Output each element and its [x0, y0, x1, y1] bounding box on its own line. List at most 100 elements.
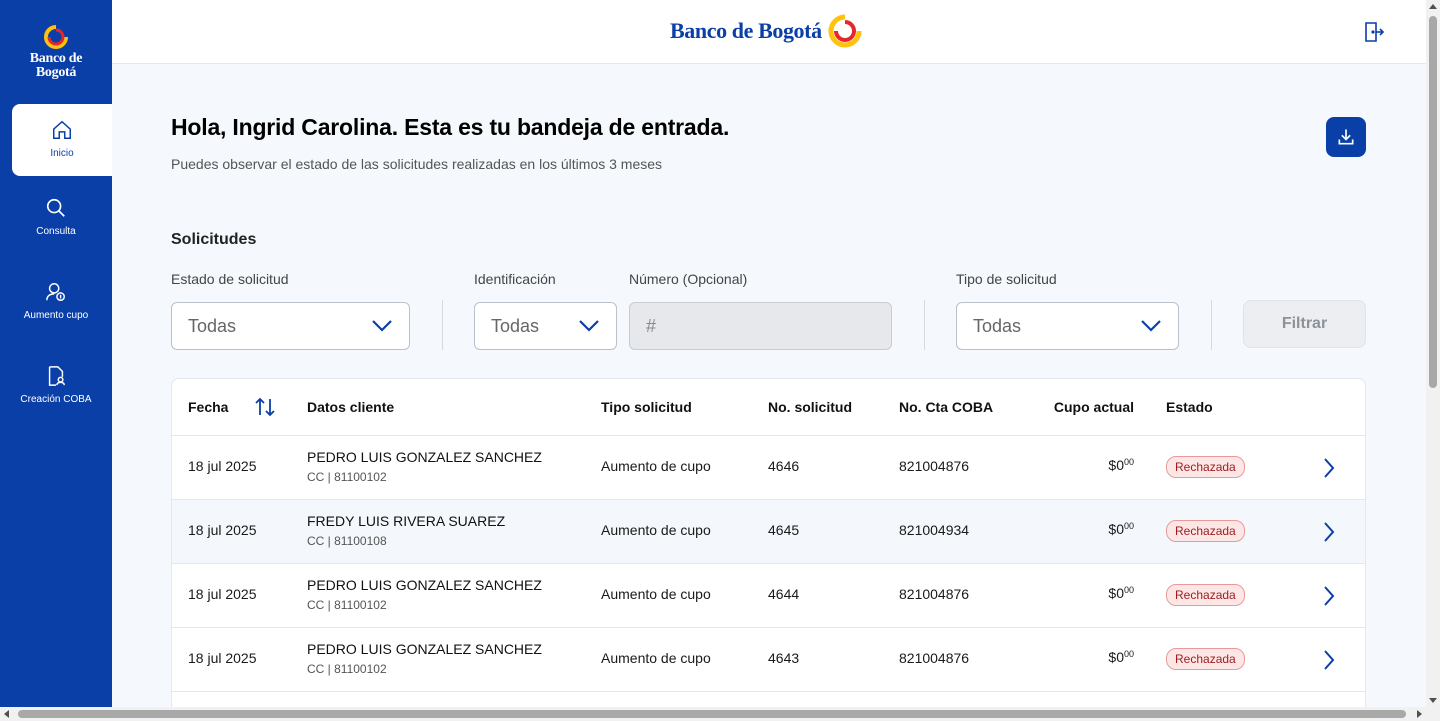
chevron-right-icon[interactable]: [1318, 520, 1338, 544]
horizontal-scrollbar[interactable]: [0, 707, 1426, 721]
cell-fecha: 18 jul 2025: [188, 522, 257, 538]
estado-label: Estado de solicitud: [171, 271, 289, 287]
col-no-solicitud: No. solicitud: [768, 399, 852, 415]
cell-cupo: $000: [1034, 521, 1134, 537]
sidebar-item-label: Aumento cupo: [23, 310, 89, 321]
user-money-icon: [46, 283, 65, 301]
chevron-right-icon[interactable]: [1318, 584, 1338, 608]
download-button[interactable]: [1326, 117, 1366, 157]
col-tipo-solicitud: Tipo solicitud: [601, 399, 692, 415]
page-subtitle: Puedes observar el estado de las solicit…: [171, 156, 663, 172]
chevron-right-icon[interactable]: [1318, 648, 1338, 672]
sidebar-item-label: Consulta: [36, 226, 76, 237]
filter-button[interactable]: Filtrar: [1243, 300, 1366, 348]
chevron-down-icon: [372, 320, 392, 332]
cupo-cents: 00: [1123, 521, 1134, 531]
numero-label: Número (Opcional): [629, 271, 748, 287]
col-datos-cliente: Datos cliente: [307, 399, 395, 415]
logo-text-line-2: Bogotá: [35, 65, 77, 80]
cupo-amount: $0: [1108, 457, 1124, 473]
cell-fecha: 18 jul 2025: [188, 586, 257, 602]
scroll-up-arrow[interactable]: [1429, 4, 1437, 9]
sidebar-item-consulta[interactable]: Consulta: [0, 176, 112, 260]
cupo-cents: 00: [1123, 585, 1134, 595]
cell-tipo: Aumento de cupo: [601, 458, 711, 474]
sidebar-logo-text: Banco de Bogotá: [29, 51, 83, 80]
sidebar-logo[interactable]: Banco de Bogotá: [0, 0, 112, 104]
cell-datos-cliente: PEDRO LUIS GONZALEZ SANCHEZ CC | 8110010…: [307, 577, 542, 613]
download-icon: [1338, 129, 1354, 145]
col-no-cta-coba: No. Cta COBA: [899, 399, 994, 415]
identificacion-label: Identificación: [474, 271, 556, 287]
tipo-label: Tipo de solicitud: [956, 271, 1057, 287]
table-row[interactable]: 18 jul 2025 PEDRO LUIS GONZALEZ SANCHEZ …: [172, 436, 1365, 500]
filter-divider: [924, 300, 925, 350]
cupo-cents: 00: [1123, 457, 1134, 467]
filter-divider: [442, 300, 443, 350]
sidebar-item-aumento-cupo[interactable]: Aumento cupo: [0, 260, 112, 344]
client-name: FREDY LUIS RIVERA SUAREZ: [307, 513, 506, 529]
client-id: CC | 81100108: [307, 534, 387, 548]
sidebar-item-inicio[interactable]: Inicio: [12, 104, 112, 176]
cupo-amount: $0: [1108, 585, 1124, 601]
col-fecha[interactable]: Fecha: [188, 399, 228, 415]
chevron-right-icon[interactable]: [1318, 456, 1338, 480]
cell-no-cta: 821004876: [899, 650, 970, 666]
estado-select-value: Todas: [188, 315, 237, 336]
chevron-down-icon: [1141, 320, 1161, 332]
estado-select[interactable]: Todas: [171, 302, 410, 350]
table-row[interactable]: 18 jul 2025 FREDY LUIS RIVERA SUAREZ CC …: [172, 500, 1365, 564]
brand-logo[interactable]: Banco de Bogotá: [670, 14, 862, 48]
client-name: PEDRO LUIS GONZALEZ SANCHEZ: [307, 577, 542, 593]
cell-no-solicitud: 4644: [768, 586, 800, 602]
client-id: CC | 81100102: [307, 598, 387, 612]
cupo-amount: $0: [1108, 649, 1124, 665]
cell-no-cta: 821004876: [899, 458, 970, 474]
scroll-right-arrow[interactable]: [1417, 710, 1422, 718]
cell-datos-cliente: PEDRO LUIS GONZALEZ SANCHEZ CC | 8110010…: [307, 641, 542, 677]
cell-no-cta: 821004934: [899, 522, 970, 538]
home-icon: [53, 120, 71, 139]
cell-no-solicitud: 4643: [768, 650, 800, 666]
cell-datos-cliente: FREDY LUIS RIVERA SUAREZ CC | 81100108: [307, 513, 505, 549]
document-user-icon: [48, 366, 65, 386]
scroll-left-arrow[interactable]: [4, 710, 9, 718]
table-row[interactable]: 18 jul 2025 PEDRO LUIS GONZALEZ SANCHEZ …: [172, 564, 1365, 628]
section-title: Solicitudes: [171, 231, 257, 248]
cell-cupo: $000: [1034, 585, 1134, 601]
identificacion-select[interactable]: Todas: [474, 302, 617, 350]
sidebar: Banco de Bogotá Inicio Consulta Aumento …: [0, 0, 112, 721]
col-estado: Estado: [1166, 399, 1213, 415]
sidebar-item-label: Inicio: [50, 148, 74, 159]
cell-estado: Rechazada: [1166, 520, 1245, 542]
sidebar-item-label: Creación COBA: [20, 394, 92, 405]
requests-table: Fecha Datos cliente Tipo solicitud No. s…: [171, 378, 1366, 721]
scroll-down-arrow[interactable]: [1429, 698, 1437, 703]
cell-tipo: Aumento de cupo: [601, 522, 711, 538]
table-row[interactable]: 18 jul 2025 PEDRO LUIS GONZALEZ SANCHEZ …: [172, 628, 1365, 692]
cell-tipo: Aumento de cupo: [601, 586, 711, 602]
brand-logo-icon: [828, 14, 862, 48]
search-icon: [46, 198, 65, 217]
logo-text-line-1: Banco de: [29, 51, 83, 66]
bank-logo-icon: [44, 25, 68, 49]
cupo-amount: $0: [1108, 521, 1124, 537]
cell-estado: Rechazada: [1166, 456, 1245, 478]
vertical-scrollbar[interactable]: [1426, 0, 1440, 721]
numero-input-placeholder: #: [646, 315, 657, 336]
client-name: PEDRO LUIS GONZALEZ SANCHEZ: [307, 449, 542, 465]
chevron-down-icon: [579, 320, 599, 332]
status-badge: Rechazada: [1166, 584, 1245, 606]
numero-input[interactable]: #: [629, 302, 892, 350]
logout-icon[interactable]: [1362, 20, 1386, 44]
tipo-select-value: Todas: [973, 315, 1022, 336]
tipo-select[interactable]: Todas: [956, 302, 1179, 350]
brand-name: Banco de Bogotá: [670, 18, 822, 43]
horizontal-scroll-thumb[interactable]: [18, 710, 1406, 718]
status-badge: Rechazada: [1166, 520, 1245, 542]
sort-icon[interactable]: [254, 396, 276, 418]
cell-fecha: 18 jul 2025: [188, 458, 257, 474]
sidebar-item-creacion-coba[interactable]: Creación COBA: [0, 344, 112, 428]
cell-no-solicitud: 4646: [768, 458, 800, 474]
vertical-scroll-thumb[interactable]: [1429, 16, 1437, 388]
